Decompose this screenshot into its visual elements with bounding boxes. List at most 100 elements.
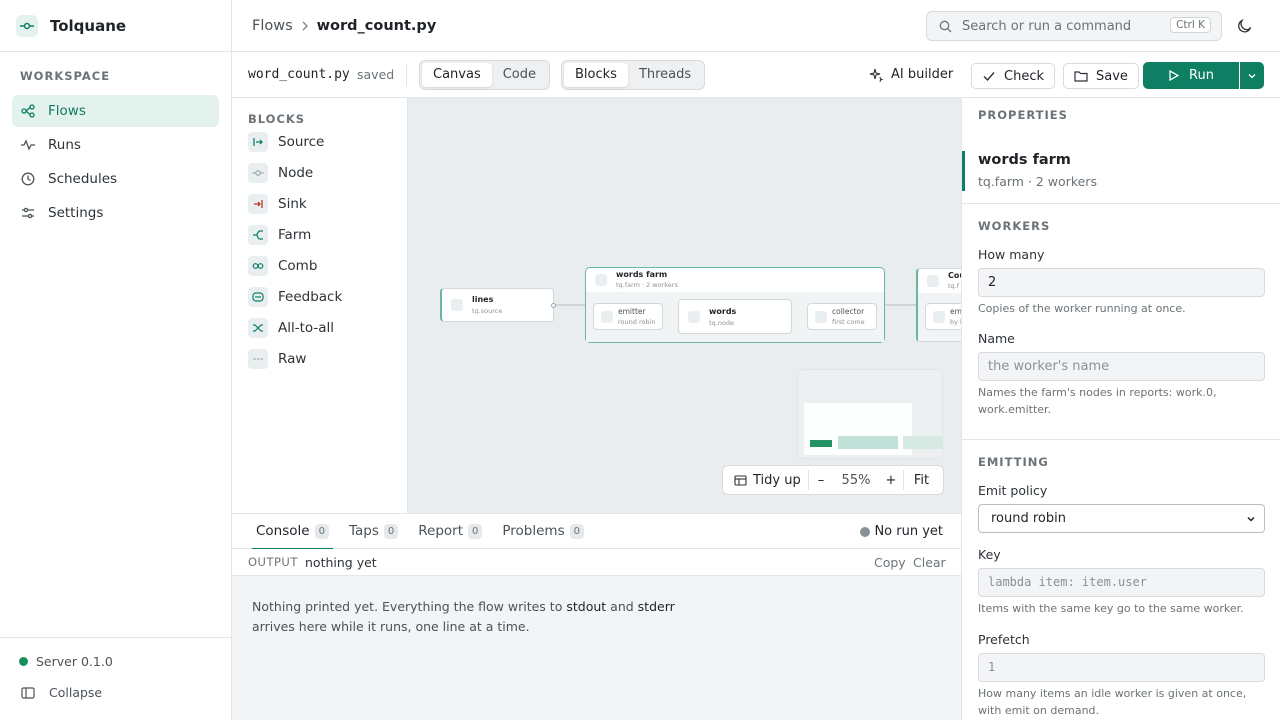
run-options-button[interactable] bbox=[1240, 62, 1264, 89]
tab-canvas[interactable]: Canvas bbox=[422, 63, 492, 87]
node-subtitle: tq.source bbox=[472, 307, 503, 315]
copy-button[interactable]: Copy bbox=[874, 555, 906, 570]
logo-icon bbox=[16, 14, 38, 37]
save-button[interactable]: Save bbox=[1063, 63, 1139, 89]
sidebar-item-flows[interactable]: Flows bbox=[12, 95, 219, 127]
block-all-to-all[interactable]: All-to-all bbox=[248, 312, 407, 343]
zoom-in-button[interactable]: + bbox=[879, 473, 903, 488]
ai-builder-label: AI builder bbox=[891, 67, 954, 82]
chevron-right-icon bbox=[302, 21, 308, 30]
node-collector[interactable]: collector first come bbox=[807, 303, 877, 330]
node-lines[interactable]: lines tq.source bbox=[440, 288, 556, 322]
blocks-title: BLOCKS bbox=[248, 112, 306, 126]
how-many-field[interactable]: 2 bbox=[978, 268, 1265, 297]
minimap-node bbox=[903, 436, 943, 449]
tab-threads[interactable]: Threads bbox=[628, 63, 702, 87]
sidebar-item-runs[interactable]: Runs bbox=[12, 129, 219, 161]
ai-builder-button[interactable]: AI builder bbox=[869, 67, 953, 82]
node-words[interactable]: words tq.node bbox=[678, 299, 792, 334]
fit-button[interactable]: Fit bbox=[904, 473, 939, 488]
block-label: Node bbox=[278, 164, 314, 181]
emit-policy-label: Emit policy bbox=[978, 483, 1048, 498]
zoom-out-button[interactable]: – bbox=[809, 473, 833, 488]
sidebar-toggle-icon bbox=[21, 686, 35, 699]
folder-icon bbox=[1074, 71, 1088, 82]
flow-canvas[interactable]: lines tq.source words farm tq.farm · 2 w… bbox=[408, 98, 961, 513]
check-button[interactable]: Check bbox=[971, 63, 1055, 89]
all-to-all-icon bbox=[248, 317, 268, 338]
tab-code[interactable]: Code bbox=[492, 63, 547, 87]
status-dot-icon bbox=[860, 526, 871, 537]
editor-toolbar: word_count.py saved Canvas Code Blocks T… bbox=[232, 52, 1280, 98]
node-emitter[interactable]: emitter round robin bbox=[593, 303, 663, 330]
node-title: Cou bbox=[948, 271, 961, 280]
server-version: Server 0.1.0 bbox=[36, 654, 113, 669]
divider bbox=[962, 439, 1280, 440]
how-many-label: How many bbox=[978, 247, 1045, 262]
emit-policy-select[interactable]: round robin bbox=[978, 504, 1265, 533]
checkmark-icon bbox=[983, 72, 995, 82]
block-node[interactable]: Node bbox=[248, 157, 407, 188]
brand[interactable]: Tolquane bbox=[0, 0, 231, 52]
run-status-label: No run yet bbox=[874, 524, 943, 539]
block-label: Feedback bbox=[278, 288, 343, 305]
block-source[interactable]: Source bbox=[248, 126, 407, 157]
moon-icon[interactable] bbox=[1237, 18, 1253, 34]
count-badge: 0 bbox=[468, 523, 483, 539]
clear-button[interactable]: Clear bbox=[913, 555, 946, 570]
tab-report[interactable]: Report 0 bbox=[414, 514, 486, 549]
block-feedback[interactable]: Feedback bbox=[248, 281, 407, 312]
block-comb[interactable]: Comb bbox=[248, 250, 407, 281]
block-sink[interactable]: Sink bbox=[248, 188, 407, 219]
node-subtitle: by k bbox=[950, 318, 961, 326]
run-button[interactable]: Run bbox=[1143, 62, 1239, 89]
minimap[interactable] bbox=[797, 369, 943, 459]
tidy-up-button[interactable]: Tidy up bbox=[723, 473, 808, 488]
name-field[interactable]: the worker's name bbox=[978, 352, 1265, 381]
stderr-term: stderr bbox=[637, 599, 675, 614]
farm-body: emi by k bbox=[918, 293, 961, 341]
layout-icon bbox=[734, 474, 747, 486]
collapse-button[interactable]: Collapse bbox=[21, 685, 231, 700]
node-words-farm[interactable]: words farm tq.farm · 2 workers emitter r… bbox=[585, 267, 885, 343]
empty-text: arrives here while it runs, one line at … bbox=[252, 619, 530, 634]
output-row: OUTPUT nothing yet Copy Clear bbox=[232, 549, 961, 576]
save-label: Save bbox=[1096, 68, 1128, 84]
prefetch-hint: How many items an idle worker is given a… bbox=[978, 687, 1247, 717]
clock-icon bbox=[21, 172, 35, 186]
farm-body: emitter round robin words tq.node collec… bbox=[586, 292, 884, 342]
block-raw[interactable]: Raw bbox=[248, 343, 407, 374]
tab-blocks[interactable]: Blocks bbox=[564, 63, 628, 87]
how-many-hint: Copies of the worker running at once. bbox=[978, 302, 1186, 315]
tab-taps[interactable]: Taps 0 bbox=[345, 514, 402, 549]
name-hint: Names the farm's nodes in reports: work.… bbox=[978, 386, 1217, 416]
tab-label: Console bbox=[256, 523, 310, 539]
sidebar-item-settings[interactable]: Settings bbox=[12, 197, 219, 229]
sidebar: Tolquane WORKSPACE Flows Runs Schedules … bbox=[0, 0, 232, 720]
count-badge: 0 bbox=[569, 523, 584, 539]
sidebar-item-label: Flows bbox=[48, 103, 86, 119]
console-panel: Console 0 Taps 0 Report 0 Problems 0 No … bbox=[232, 513, 961, 720]
prefetch-field[interactable]: 1 bbox=[978, 653, 1265, 682]
block-label: Comb bbox=[278, 257, 318, 274]
node-emitter[interactable]: emi by k bbox=[925, 303, 961, 330]
properties-panel: PROPERTIES words farm tq.farm · 2 worker… bbox=[961, 98, 1280, 720]
tab-console[interactable]: Console 0 bbox=[252, 514, 333, 550]
search-placeholder: Search or run a command bbox=[962, 18, 1132, 34]
key-field[interactable]: lambda item: item.user bbox=[978, 568, 1265, 597]
collapse-label: Collapse bbox=[49, 685, 103, 700]
tab-problems[interactable]: Problems 0 bbox=[498, 514, 588, 549]
node-partial-right[interactable]: Cou tq.f emi by k bbox=[916, 268, 961, 342]
breadcrumb-flows[interactable]: Flows bbox=[252, 18, 293, 34]
block-farm[interactable]: Farm bbox=[248, 219, 407, 250]
key-label: Key bbox=[978, 547, 1001, 562]
sidebar-item-label: Runs bbox=[48, 137, 81, 153]
farm-icon bbox=[248, 224, 268, 245]
sidebar-item-schedules[interactable]: Schedules bbox=[12, 163, 219, 195]
block-label: Farm bbox=[278, 226, 312, 243]
tab-label: Problems bbox=[502, 523, 565, 539]
output-port[interactable] bbox=[551, 303, 556, 308]
name-label: Name bbox=[978, 331, 1015, 346]
empty-text: and bbox=[610, 599, 634, 614]
search-input[interactable]: Search or run a command Ctrl K bbox=[926, 11, 1222, 41]
